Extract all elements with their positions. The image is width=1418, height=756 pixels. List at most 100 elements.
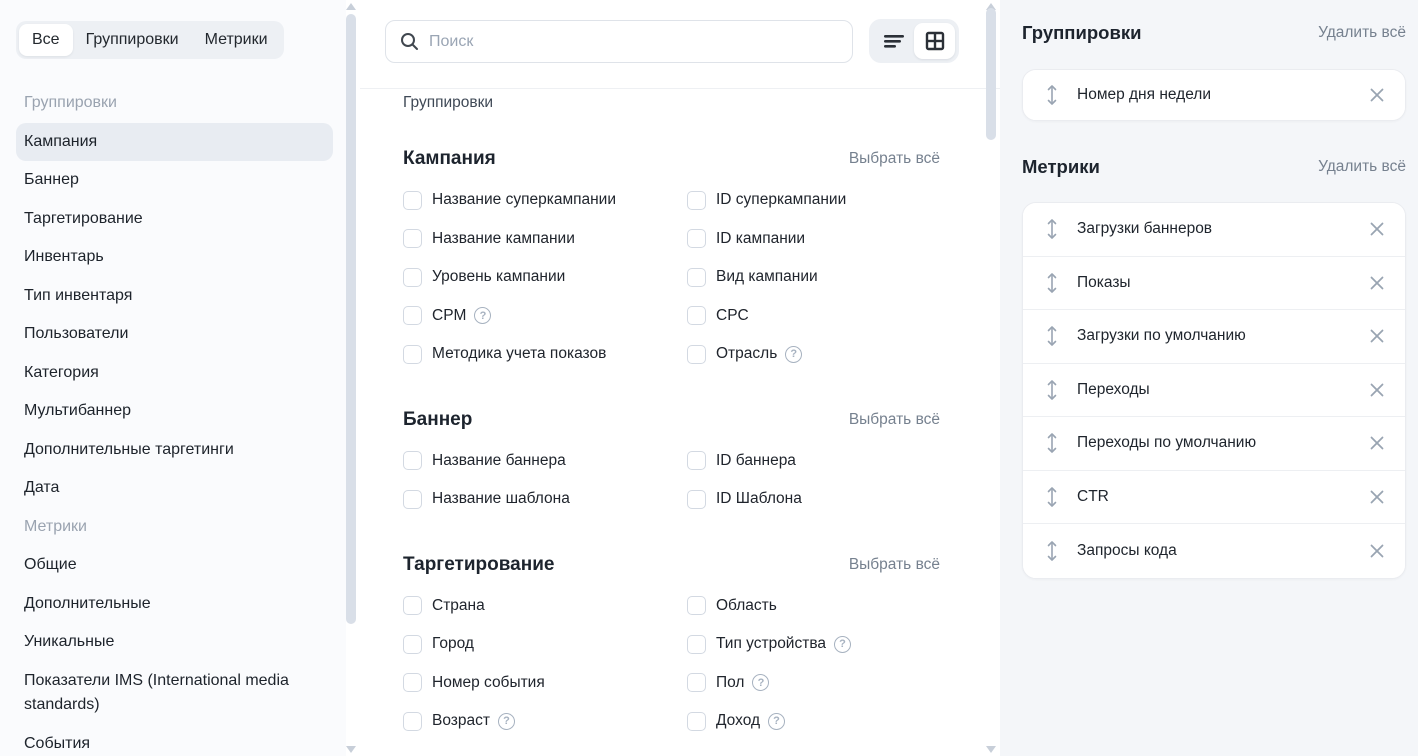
checkbox[interactable]: [403, 229, 422, 248]
checkbox[interactable]: [687, 191, 706, 210]
checkbox-item[interactable]: Страна: [403, 587, 687, 626]
sidebar-item[interactable]: Дополнительные: [16, 585, 333, 624]
checkbox-item[interactable]: CPM?: [403, 297, 687, 336]
checkbox-item[interactable]: Уровень кампании: [403, 258, 687, 297]
checkbox-item[interactable]: Название суперкампании: [403, 181, 687, 220]
grid-view-button[interactable]: [914, 23, 955, 59]
list-view-button[interactable]: [873, 23, 914, 59]
drag-handle[interactable]: [1045, 432, 1059, 454]
remove-button[interactable]: [1369, 435, 1385, 451]
tab-groupings[interactable]: Группировки: [73, 24, 192, 56]
select-all-link[interactable]: Выбрать всё: [849, 556, 940, 574]
sidebar-item[interactable]: Баннер: [16, 161, 333, 200]
checkbox[interactable]: [403, 490, 422, 509]
checkbox[interactable]: [403, 306, 422, 325]
checkbox[interactable]: [687, 451, 706, 470]
fields-scrollbar[interactable]: [984, 0, 998, 756]
question-mark-icon[interactable]: ?: [834, 636, 851, 653]
drag-handle[interactable]: [1045, 486, 1059, 508]
question-mark-icon[interactable]: ?: [474, 307, 491, 324]
checkbox-item[interactable]: Область: [687, 587, 940, 626]
scrollbar-thumb[interactable]: [986, 8, 996, 140]
remove-button[interactable]: [1369, 275, 1385, 291]
checkbox-item[interactable]: ID кампании: [687, 220, 940, 259]
drag-handle[interactable]: [1045, 218, 1059, 240]
drag-handle[interactable]: [1045, 540, 1059, 562]
checkbox-item[interactable]: ID баннера: [687, 442, 940, 481]
checkbox-item[interactable]: Отрасль?: [687, 335, 940, 374]
select-all-link[interactable]: Выбрать всё: [849, 150, 940, 168]
sidebar-item[interactable]: Категория: [16, 354, 333, 393]
checkbox[interactable]: [403, 268, 422, 287]
sidebar-item[interactable]: События: [16, 725, 333, 756]
drag-handle[interactable]: [1045, 272, 1059, 294]
checkbox-item[interactable]: Тип устройства?: [687, 625, 940, 664]
checkbox[interactable]: [403, 635, 422, 654]
checkbox[interactable]: [687, 490, 706, 509]
remove-all-link[interactable]: Удалить всё: [1318, 158, 1406, 176]
search-box[interactable]: [385, 20, 853, 63]
checkbox-item[interactable]: Название шаблона: [403, 480, 687, 519]
scroll-down-icon[interactable]: [986, 746, 996, 753]
checkbox[interactable]: [687, 596, 706, 615]
sidebar-item[interactable]: Дата: [16, 469, 333, 508]
select-all-link[interactable]: Выбрать всё: [849, 411, 940, 429]
remove-button[interactable]: [1369, 328, 1385, 344]
question-mark-icon[interactable]: ?: [752, 674, 769, 691]
checkbox[interactable]: [687, 635, 706, 654]
checkbox[interactable]: [403, 451, 422, 470]
checkbox-item[interactable]: CPC: [687, 297, 940, 336]
tab-all[interactable]: Все: [19, 24, 73, 56]
remove-button[interactable]: [1369, 382, 1385, 398]
checkbox[interactable]: [687, 229, 706, 248]
checkbox[interactable]: [687, 673, 706, 692]
checkbox-item[interactable]: ID суперкампании: [687, 181, 940, 220]
question-mark-icon[interactable]: ?: [768, 713, 785, 730]
checkbox[interactable]: [403, 345, 422, 364]
scroll-down-icon[interactable]: [346, 746, 356, 753]
sidebar-item[interactable]: Таргетирование: [16, 200, 333, 239]
remove-button[interactable]: [1369, 87, 1385, 103]
drag-handle[interactable]: [1045, 325, 1059, 347]
sidebar-scrollbar[interactable]: [344, 0, 358, 756]
checkbox[interactable]: [403, 712, 422, 731]
checkbox-item[interactable]: Вид кампании: [687, 258, 940, 297]
sidebar-item[interactable]: Кампания: [16, 123, 333, 162]
tab-metrics[interactable]: Метрики: [192, 24, 281, 56]
checkbox[interactable]: [403, 596, 422, 615]
scroll-up-icon[interactable]: [346, 3, 356, 10]
checkbox-item[interactable]: Доход?: [687, 702, 940, 741]
sidebar-item[interactable]: Тип инвентаря: [16, 277, 333, 316]
checkbox-item[interactable]: Название баннера: [403, 442, 687, 481]
scrollbar-thumb[interactable]: [346, 14, 356, 624]
checkbox[interactable]: [687, 712, 706, 731]
checkbox[interactable]: [687, 345, 706, 364]
sidebar-item[interactable]: Дополнительные таргетинги: [16, 431, 333, 470]
drag-handle[interactable]: [1045, 84, 1059, 106]
search-input[interactable]: [429, 33, 838, 51]
checkbox-item[interactable]: ID Шаблона: [687, 480, 940, 519]
remove-button[interactable]: [1369, 489, 1385, 505]
sidebar-item[interactable]: Пользователи: [16, 315, 333, 354]
drag-handle[interactable]: [1045, 379, 1059, 401]
checkbox[interactable]: [403, 673, 422, 692]
question-mark-icon[interactable]: ?: [498, 713, 515, 730]
checkbox-item[interactable]: Город: [403, 625, 687, 664]
sidebar-item[interactable]: Мультибаннер: [16, 392, 333, 431]
sidebar-item[interactable]: Инвентарь: [16, 238, 333, 277]
checkbox[interactable]: [403, 191, 422, 210]
checkbox-item[interactable]: Методика учета показов: [403, 335, 687, 374]
checkbox-item[interactable]: Возраст?: [403, 702, 687, 741]
checkbox-item[interactable]: Название кампании: [403, 220, 687, 259]
remove-all-link[interactable]: Удалить всё: [1318, 24, 1406, 42]
sidebar-item[interactable]: Показатели IMS (International media stan…: [16, 662, 333, 725]
checkbox[interactable]: [687, 306, 706, 325]
checkbox-item[interactable]: Номер события: [403, 664, 687, 703]
remove-button[interactable]: [1369, 221, 1385, 237]
checkbox[interactable]: [687, 268, 706, 287]
remove-button[interactable]: [1369, 543, 1385, 559]
question-mark-icon[interactable]: ?: [785, 346, 802, 363]
sidebar-item[interactable]: Общие: [16, 546, 333, 585]
checkbox-item[interactable]: Пол?: [687, 664, 940, 703]
sidebar-item[interactable]: Уникальные: [16, 623, 333, 662]
